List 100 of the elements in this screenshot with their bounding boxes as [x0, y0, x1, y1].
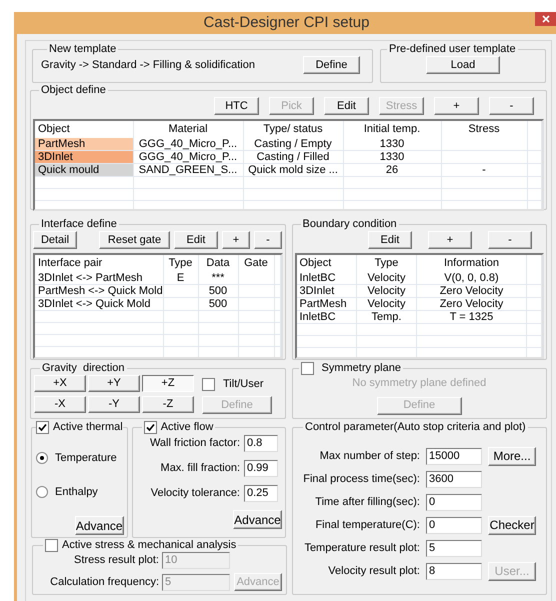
- radio-label: Enthalpy: [55, 484, 98, 500]
- group-title: Object define: [41, 84, 106, 97]
- direction-button[interactable]: -Y: [88, 396, 140, 412]
- field-label: Stress result plot:: [73, 553, 159, 568]
- field-label: Temperature result plot:: [303, 540, 420, 556]
- radio-button[interactable]: [36, 452, 48, 464]
- field-label: Calculation frequency:: [49, 574, 159, 590]
- table-cell-text: GGG_40_Micro_P...: [138, 138, 238, 150]
- field-label: Time after filling(sec):: [314, 494, 420, 510]
- field-label: Final temperature(C):: [314, 518, 420, 533]
- column-header[interactable]: Interface pair: [38, 257, 102, 269]
- table-cell-text: Velocity: [366, 298, 406, 309]
- group-title: Gravity direction: [42, 362, 125, 375]
- table-cell-text: PartMesh <-> Quick Mold: [37, 284, 162, 296]
- window-title: Cast-Designer CPI setup: [204, 12, 370, 33]
- table-cell-text: 500: [208, 284, 228, 296]
- checkbox[interactable]: [45, 539, 58, 552]
- table-cell-text: 1330: [378, 138, 406, 150]
- table-cell-text: Quick mold size ...: [247, 164, 339, 175]
- edit-button[interactable]: Edit: [174, 231, 218, 249]
- checkbox-label: Tilt/User: [223, 377, 264, 392]
- status-message: No symmetry plane defined: [352, 376, 486, 391]
- input-field[interactable]: 0: [426, 516, 482, 534]
- table-cell-text: GGG_40_Micro_P...: [138, 150, 238, 162]
- group-title: Control parameter(Auto stop criteria and plot): [305, 421, 526, 434]
- table-cell-text: PartMesh: [298, 298, 348, 309]
- table-cell: 3DInlet: [35, 150, 132, 162]
- edit-button[interactable]: Edit: [324, 97, 369, 115]
- input-field[interactable]: 0: [426, 494, 482, 510]
- column-header[interactable]: Object: [300, 257, 332, 269]
- remove-button[interactable]: -: [488, 231, 532, 249]
- define-button[interactable]: Define: [303, 56, 360, 74]
- column-header[interactable]: Type/ status: [263, 123, 323, 135]
- table-cell-text: Zero Velocity: [438, 298, 504, 309]
- table-cell-text: SAND_GREEN_S...: [138, 164, 238, 175]
- input-field[interactable]: 0.99: [244, 460, 278, 477]
- edit-button[interactable]: Edit: [368, 231, 412, 249]
- table-cell-text: -: [481, 164, 487, 175]
- load-button[interactable]: Load: [426, 56, 500, 74]
- table-cell-text: T = 1325: [448, 310, 494, 322]
- close-button[interactable]: [535, 12, 556, 26]
- add-button[interactable]: +: [434, 97, 479, 115]
- checkbox[interactable]: [36, 421, 49, 434]
- field-label: Max. fill fraction:: [160, 461, 240, 476]
- htc-button[interactable]: HTC: [214, 97, 259, 115]
- advance-button[interactable]: Advance: [233, 510, 282, 529]
- input-field[interactable]: 15000: [426, 448, 482, 464]
- table-cell-text: 1330: [378, 150, 406, 162]
- action-button[interactable]: Checker: [488, 516, 536, 534]
- field-label: Final process time(sec):: [302, 472, 420, 487]
- direction-button[interactable]: -X: [34, 396, 86, 412]
- direction-button[interactable]: +Z: [142, 375, 194, 392]
- group-title: Pre-defined user template: [389, 43, 516, 56]
- input-field[interactable]: 0.8: [244, 435, 278, 452]
- column-header[interactable]: Object: [38, 123, 70, 135]
- detail-button[interactable]: Detail: [33, 231, 77, 249]
- column-header[interactable]: Data: [206, 257, 230, 269]
- checkbox[interactable]: [300, 362, 314, 375]
- column-header[interactable]: Type: [168, 257, 192, 269]
- column-header[interactable]: Information: [444, 257, 500, 269]
- table-cell-text: Temp.: [370, 310, 402, 322]
- input-field[interactable]: 8: [426, 562, 482, 580]
- table-cell-text: InletBC: [298, 272, 337, 284]
- input-field[interactable]: 3600: [426, 470, 482, 488]
- group-title: Boundary condition: [302, 218, 397, 231]
- column-header[interactable]: Gate: [244, 257, 268, 269]
- column-header[interactable]: Material: [168, 123, 208, 135]
- checkbox-label: Active thermal: [53, 421, 123, 434]
- checkbox[interactable]: [202, 378, 215, 391]
- checkbox-label: Symmetry plane: [322, 362, 401, 375]
- reset-gate-button[interactable]: Reset gate: [99, 231, 170, 249]
- table-cell-text: V(0, 0, 0.8): [443, 272, 500, 284]
- table-cell-text: ***: [210, 272, 226, 284]
- radio-label: Temperature: [55, 451, 117, 466]
- add-button[interactable]: +: [428, 231, 472, 249]
- checkbox-label: Active stress & mechanical analysis: [62, 539, 236, 552]
- table-cell-text: E: [176, 272, 186, 284]
- direction-button[interactable]: +X: [34, 375, 86, 392]
- input-field[interactable]: 5: [426, 540, 482, 556]
- radio-button[interactable]: [36, 486, 48, 498]
- close-icon: [542, 15, 550, 23]
- column-header[interactable]: Initial temp.: [364, 123, 420, 135]
- direction-button[interactable]: +Y: [88, 375, 140, 392]
- remove-button[interactable]: -: [254, 231, 282, 249]
- remove-button[interactable]: -: [489, 97, 534, 115]
- input-field[interactable]: 0.25: [244, 485, 278, 502]
- table-cell-text: Casting / Empty: [253, 138, 333, 150]
- add-button[interactable]: +: [222, 231, 250, 249]
- table-cell: PartMesh: [35, 138, 132, 150]
- action-button[interactable]: More...: [488, 446, 536, 466]
- advance-button[interactable]: Advance: [74, 516, 124, 535]
- table-cell: Quick mould: [35, 164, 132, 175]
- direction-button[interactable]: -Z: [142, 396, 194, 412]
- table-cell-text: Zero Velocity: [438, 284, 504, 296]
- checkbox-label: Active flow: [160, 421, 214, 434]
- column-header[interactable]: Type: [374, 257, 398, 269]
- checkbox[interactable]: [144, 421, 157, 434]
- column-header[interactable]: Stress: [468, 123, 500, 135]
- table-cell-text: Casting / Filled: [256, 150, 330, 162]
- table-cell-text: 3DInlet <-> Quick Mold: [37, 298, 152, 309]
